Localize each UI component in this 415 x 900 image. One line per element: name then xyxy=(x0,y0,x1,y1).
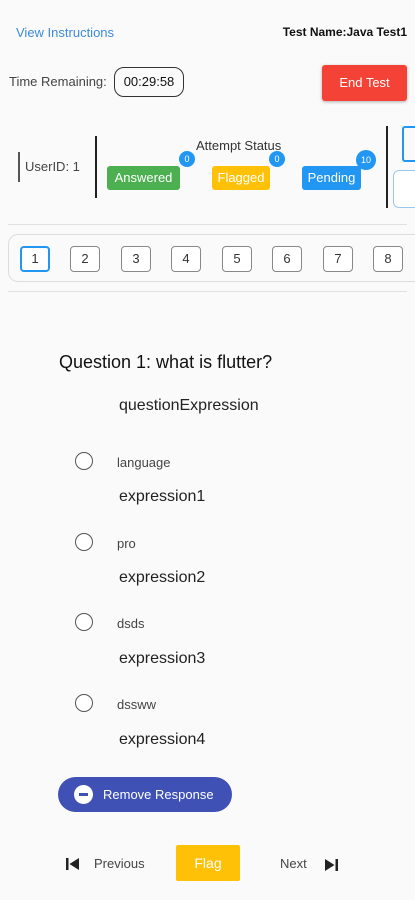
option-expression: expression4 xyxy=(119,731,206,748)
pending-count-badge: 10 xyxy=(356,150,376,170)
next-button[interactable]: Next xyxy=(276,850,346,878)
skip-previous-icon xyxy=(66,858,79,870)
attempt-status-title: Attempt Status xyxy=(196,138,282,153)
option-radio[interactable] xyxy=(75,452,93,470)
option-radio[interactable] xyxy=(75,694,93,712)
option-radio[interactable] xyxy=(75,613,93,631)
minus-circle-icon xyxy=(74,785,93,804)
option-label: language xyxy=(117,455,171,470)
attempt-status-panel: UserID: 1 Attempt Status Answered 0 Flag… xyxy=(0,122,415,212)
remove-response-button[interactable]: Remove Response xyxy=(58,777,232,812)
timer-bar: Time Remaining: 00:29:58 End Test xyxy=(0,62,415,102)
option-label: pro xyxy=(117,536,136,551)
offscreen-panel-edge xyxy=(393,170,415,208)
time-remaining-value: 00:29:58 xyxy=(114,67,184,97)
question-navigator[interactable]: 1 2 3 4 5 6 7 8 xyxy=(8,234,415,282)
question-expression: questionExpression xyxy=(119,397,259,414)
offscreen-panel-edge xyxy=(402,126,415,162)
divider xyxy=(18,152,20,182)
option-expression: expression1 xyxy=(119,488,206,505)
question-number-button[interactable]: 1 xyxy=(20,246,50,272)
user-id: UserID: 1 xyxy=(25,159,80,174)
question-number-button[interactable]: 8 xyxy=(373,246,403,272)
divider xyxy=(386,126,388,208)
previous-button[interactable]: Previous xyxy=(64,850,164,878)
question-number-button[interactable]: 5 xyxy=(222,246,252,272)
question-title: Question 1: what is flutter? xyxy=(59,352,273,372)
view-instructions-link[interactable]: View Instructions xyxy=(16,25,114,40)
answered-count-badge: 0 xyxy=(179,151,195,167)
flag-button[interactable]: Flag xyxy=(176,845,240,881)
question-number-button[interactable]: 4 xyxy=(171,246,201,272)
question-number-button[interactable]: 3 xyxy=(121,246,151,272)
question-number-button[interactable]: 7 xyxy=(323,246,353,272)
question-number-button[interactable]: 2 xyxy=(70,246,100,272)
option-label: dsds xyxy=(117,616,145,631)
next-label: Next xyxy=(280,856,307,871)
divider xyxy=(8,291,407,292)
divider xyxy=(8,224,407,225)
remove-response-label: Remove Response xyxy=(103,787,214,802)
skip-next-icon xyxy=(325,859,338,871)
question-number-button[interactable]: 6 xyxy=(272,246,302,272)
answered-status-chip: Answered xyxy=(107,166,180,190)
flagged-count-badge: 0 xyxy=(269,151,285,167)
divider xyxy=(95,136,97,198)
previous-label: Previous xyxy=(94,856,145,871)
option-radio[interactable] xyxy=(75,533,93,551)
option-label: dssww xyxy=(117,697,157,712)
pending-status-chip: Pending xyxy=(302,166,361,190)
time-remaining-label: Time Remaining: xyxy=(9,74,107,89)
header-bar: View Instructions Test Name:Java Test1 xyxy=(0,0,415,60)
end-test-button[interactable]: End Test xyxy=(322,65,407,101)
option-expression: expression3 xyxy=(119,650,206,667)
option-expression: expression2 xyxy=(119,569,206,586)
test-name: Test Name:Java Test1 xyxy=(282,25,407,39)
bottom-navigation: Previous Flag Next xyxy=(0,842,415,882)
flagged-status-chip: Flagged xyxy=(212,166,270,190)
